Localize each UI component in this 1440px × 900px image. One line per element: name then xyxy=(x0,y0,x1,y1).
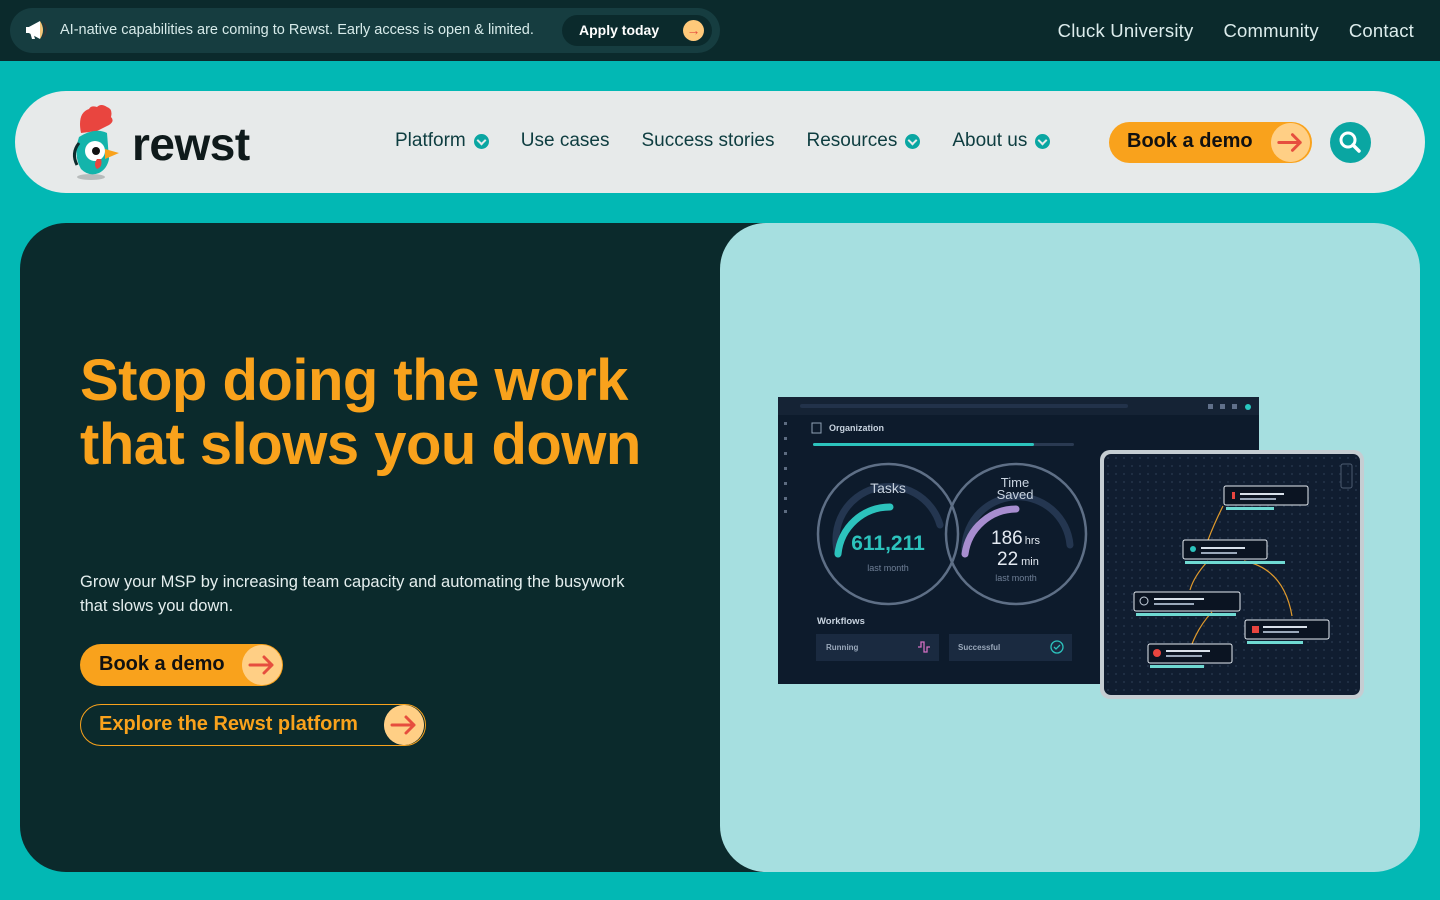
tasks-value: 611,211 xyxy=(851,532,925,555)
time-saved-title-line2: Saved xyxy=(996,487,1034,502)
book-demo-hero-label: Book a demo xyxy=(99,653,225,675)
workflow-canvas xyxy=(1104,454,1360,695)
time-saved-minutes: 22 min xyxy=(997,549,1039,571)
arrow-right-icon: → xyxy=(683,20,704,41)
search-button[interactable] xyxy=(1330,122,1371,163)
tasks-caption: last month xyxy=(867,563,909,573)
hero-subtext: Grow your MSP by increasing team capacit… xyxy=(80,573,625,615)
nav-item-label: Use cases xyxy=(520,130,610,151)
chevron-down-icon xyxy=(1035,133,1051,149)
book-demo-nav-button[interactable]: Book a demo xyxy=(1109,122,1312,163)
top-link-contact[interactable]: Contact xyxy=(1349,20,1414,42)
nav-item-platform[interactable]: Platform xyxy=(395,130,489,152)
time-saved-hours-unit: hrs xyxy=(1024,535,1040,547)
arrow-right-icon xyxy=(1271,123,1310,162)
hero-left-panel xyxy=(20,223,780,872)
nav-item-label: Success stories xyxy=(641,130,775,151)
hero-headline: Stop doing the work that slows you down xyxy=(80,348,641,477)
announcement-pill: AI-native capabilities are coming to Rew… xyxy=(10,8,720,53)
apply-today-button[interactable]: Apply today → xyxy=(562,15,712,46)
explore-platform-button[interactable]: Explore the Rewst platform xyxy=(80,704,426,746)
top-link-community[interactable]: Community xyxy=(1223,20,1318,42)
nav-item-label: Resources xyxy=(806,130,898,151)
arrow-right-icon xyxy=(384,705,424,745)
announcement-text: AI-native capabilities are coming to Rew… xyxy=(60,22,534,38)
workflow-tablet-mockup xyxy=(1100,450,1364,699)
time-saved-minutes-value: 22 xyxy=(997,549,1019,570)
organization-label[interactable]: Organization xyxy=(829,423,884,433)
workflows-label: Workflows xyxy=(817,616,865,627)
explore-platform-label: Explore the Rewst platform xyxy=(99,713,358,735)
nav-item-resources[interactable]: Resources xyxy=(807,130,921,152)
successful-label[interactable]: Successful xyxy=(958,643,1000,652)
top-links: Cluck University Community Contact xyxy=(1058,20,1414,42)
book-demo-label: Book a demo xyxy=(1127,130,1253,152)
apply-today-label: Apply today xyxy=(579,22,660,38)
chevron-down-icon xyxy=(473,133,489,149)
workflow-graph xyxy=(1133,463,1353,668)
nav-item-label: About us xyxy=(952,130,1028,151)
main-nav: rewst Platform Use cases Success stories… xyxy=(15,91,1425,193)
logo-wordmark: rewst xyxy=(132,118,250,170)
time-saved-hours-value: 186 xyxy=(991,528,1023,549)
rewst-logo[interactable]: rewst xyxy=(67,103,267,181)
tasks-title: Tasks xyxy=(870,480,906,496)
nav-item-success-stories[interactable]: Success stories xyxy=(641,130,774,152)
chevron-down-icon xyxy=(905,133,921,149)
time-saved-caption: last month xyxy=(995,573,1037,583)
nav-menu: Platform Use cases Success stories Resou… xyxy=(395,130,1082,152)
nav-item-label: Platform xyxy=(395,130,466,151)
nav-item-use-cases[interactable]: Use cases xyxy=(521,130,610,152)
top-link-cluck-university[interactable]: Cluck University xyxy=(1058,20,1194,42)
megaphone-icon xyxy=(26,21,47,39)
running-label[interactable]: Running xyxy=(826,643,858,652)
nav-item-about-us[interactable]: About us xyxy=(952,130,1051,152)
rooster-logo-icon xyxy=(72,105,119,180)
time-saved-minutes-unit: min xyxy=(1021,556,1039,568)
time-saved-hours: 186 hrs xyxy=(991,528,1040,550)
arrow-right-icon xyxy=(242,645,282,685)
search-icon xyxy=(1339,131,1361,153)
announcement-bar: AI-native capabilities are coming to Rew… xyxy=(0,0,1440,61)
book-demo-hero-button[interactable]: Book a demo xyxy=(80,644,283,686)
